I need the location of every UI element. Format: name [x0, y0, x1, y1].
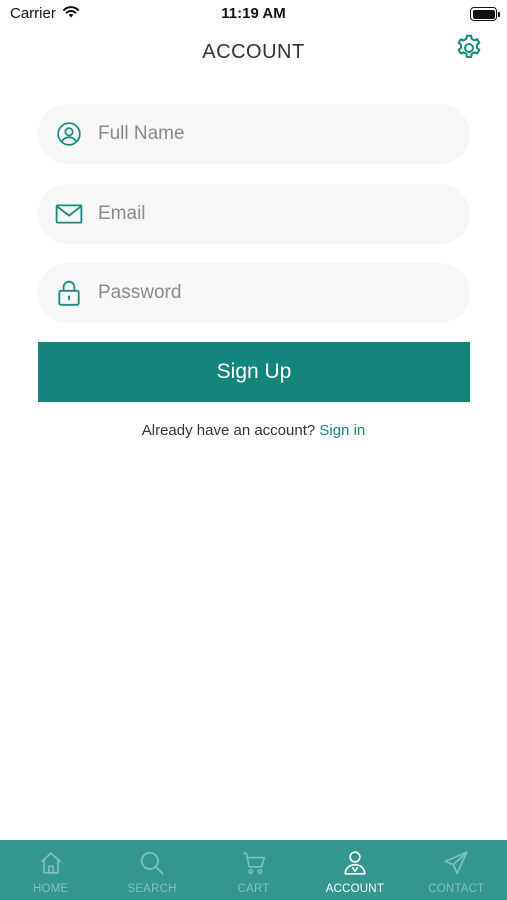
- cart-icon: [239, 848, 269, 878]
- full-name-field[interactable]: [38, 104, 470, 164]
- home-icon: [36, 848, 66, 878]
- tab-cart[interactable]: CART: [203, 840, 304, 900]
- signin-prompt-row: Already have an account? Sign in: [0, 422, 507, 439]
- sign-in-link[interactable]: Sign in: [319, 422, 365, 439]
- tab-contact-label: CONTACT: [428, 883, 485, 895]
- tab-cart-label: CART: [237, 883, 270, 895]
- user-circle-icon: [38, 104, 98, 164]
- tab-home[interactable]: HOME: [0, 840, 101, 900]
- tab-search[interactable]: SEARCH: [101, 840, 202, 900]
- full-name-input[interactable]: [98, 114, 438, 154]
- status-bar: Carrier 11:19 AM: [0, 0, 507, 28]
- page-title: ACCOUNT: [202, 41, 305, 63]
- tab-account[interactable]: ACCOUNT: [304, 840, 405, 900]
- sign-up-button[interactable]: Sign Up: [38, 342, 470, 402]
- tab-home-label: HOME: [33, 883, 69, 895]
- email-input[interactable]: [98, 194, 438, 234]
- lock-icon: [38, 263, 98, 323]
- gear-icon: [454, 33, 484, 68]
- email-field[interactable]: [38, 184, 470, 244]
- account-icon: [340, 848, 370, 878]
- status-time: 11:19 AM: [221, 5, 286, 22]
- tab-bar: HOME SEARCH CART ACCOUNT CONTACT: [0, 840, 507, 900]
- tab-account-label: ACCOUNT: [325, 883, 385, 895]
- tab-search-label: SEARCH: [127, 883, 177, 895]
- signin-prompt: Already have an account?: [141, 422, 316, 439]
- nav-header: ACCOUNT: [0, 28, 507, 78]
- envelope-icon: [38, 184, 98, 244]
- search-icon: [137, 848, 167, 878]
- settings-button[interactable]: [453, 34, 485, 66]
- password-input[interactable]: [98, 273, 438, 313]
- password-field[interactable]: [38, 263, 470, 323]
- battery-icon: [470, 7, 500, 21]
- battery-level: [472, 9, 495, 19]
- paper-plane-icon: [441, 848, 471, 878]
- tab-contact[interactable]: CONTACT: [406, 840, 507, 900]
